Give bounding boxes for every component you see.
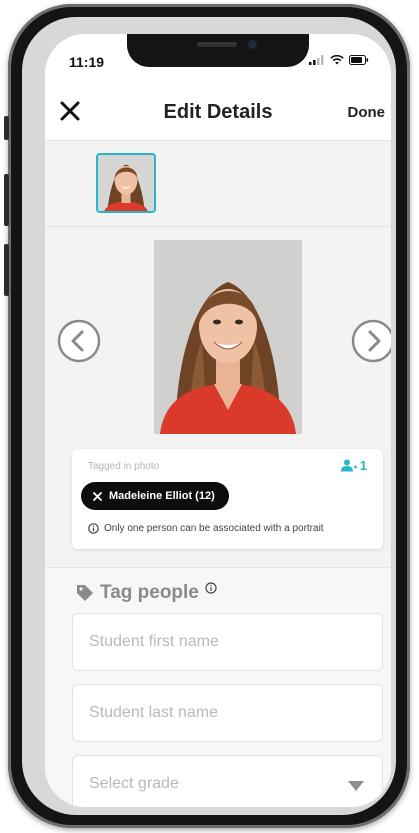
tag-icon bbox=[77, 585, 93, 601]
status-time: 11:19 bbox=[69, 54, 105, 70]
nav-header: Edit Details Done bbox=[45, 86, 391, 141]
portrait-info-note: Only one person can be associated with a… bbox=[88, 523, 324, 534]
tagged-person-count: 1 bbox=[340, 458, 367, 473]
battery-icon bbox=[349, 55, 369, 65]
next-photo-button[interactable] bbox=[351, 319, 391, 363]
grade-select[interactable]: Select grade bbox=[72, 755, 383, 807]
last-name-input[interactable] bbox=[73, 685, 382, 741]
photo-viewer: Tagged in photo 1 Madeleine Elliot (12) bbox=[45, 227, 391, 567]
phone-frame: 11:19 Edit Details Done Tagged in photo … bbox=[4, 4, 410, 828]
wifi-icon bbox=[330, 55, 344, 65]
notch-camera bbox=[248, 40, 257, 49]
info-icon bbox=[88, 523, 99, 534]
tag-people-heading: Tag people bbox=[76, 582, 217, 604]
phone-silent-switch bbox=[4, 116, 9, 140]
portrait-info-text: Only one person can be associated with a… bbox=[104, 523, 324, 534]
info-icon[interactable] bbox=[205, 582, 217, 594]
chevron-left-icon bbox=[57, 319, 101, 363]
phone-volume-down-button bbox=[4, 244, 9, 296]
tagged-people-card: Tagged in photo 1 Madeleine Elliot (12) bbox=[72, 449, 383, 549]
photo-thumbnail-strip bbox=[45, 141, 391, 227]
photo-thumbnail[interactable] bbox=[96, 153, 156, 213]
caret-down-icon bbox=[348, 781, 364, 791]
tagged-in-photo-label: Tagged in photo bbox=[88, 461, 160, 472]
last-name-field[interactable] bbox=[72, 684, 383, 742]
previous-photo-button[interactable] bbox=[57, 319, 101, 363]
grade-select-placeholder: Select grade bbox=[89, 775, 179, 792]
person-count-value: 1 bbox=[359, 458, 367, 473]
main-portrait bbox=[154, 240, 302, 434]
first-name-input[interactable] bbox=[73, 614, 382, 670]
notch-speaker bbox=[197, 42, 237, 47]
tag-people-title: Tag people bbox=[100, 582, 199, 603]
phone-volume-up-button bbox=[4, 174, 9, 226]
chevron-right-icon bbox=[351, 319, 391, 363]
app-screen: 11:19 Edit Details Done Tagged in photo … bbox=[45, 34, 391, 807]
portrait-thumbnail-image bbox=[98, 155, 154, 211]
tagged-person-chip[interactable]: Madeleine Elliot (12) bbox=[81, 482, 229, 510]
status-icons bbox=[309, 55, 369, 65]
done-button[interactable]: Done bbox=[348, 104, 386, 121]
signal-icon bbox=[309, 55, 324, 65]
first-name-field[interactable] bbox=[72, 613, 383, 671]
tagged-person-name: Madeleine Elliot (12) bbox=[109, 490, 215, 502]
remove-tag-icon[interactable] bbox=[93, 491, 102, 501]
tag-people-section: Tag people Select grade bbox=[45, 567, 391, 807]
person-icon bbox=[340, 459, 357, 472]
page-title: Edit Details bbox=[163, 101, 273, 123]
portrait-image bbox=[154, 240, 302, 434]
phone-notch bbox=[127, 34, 309, 67]
